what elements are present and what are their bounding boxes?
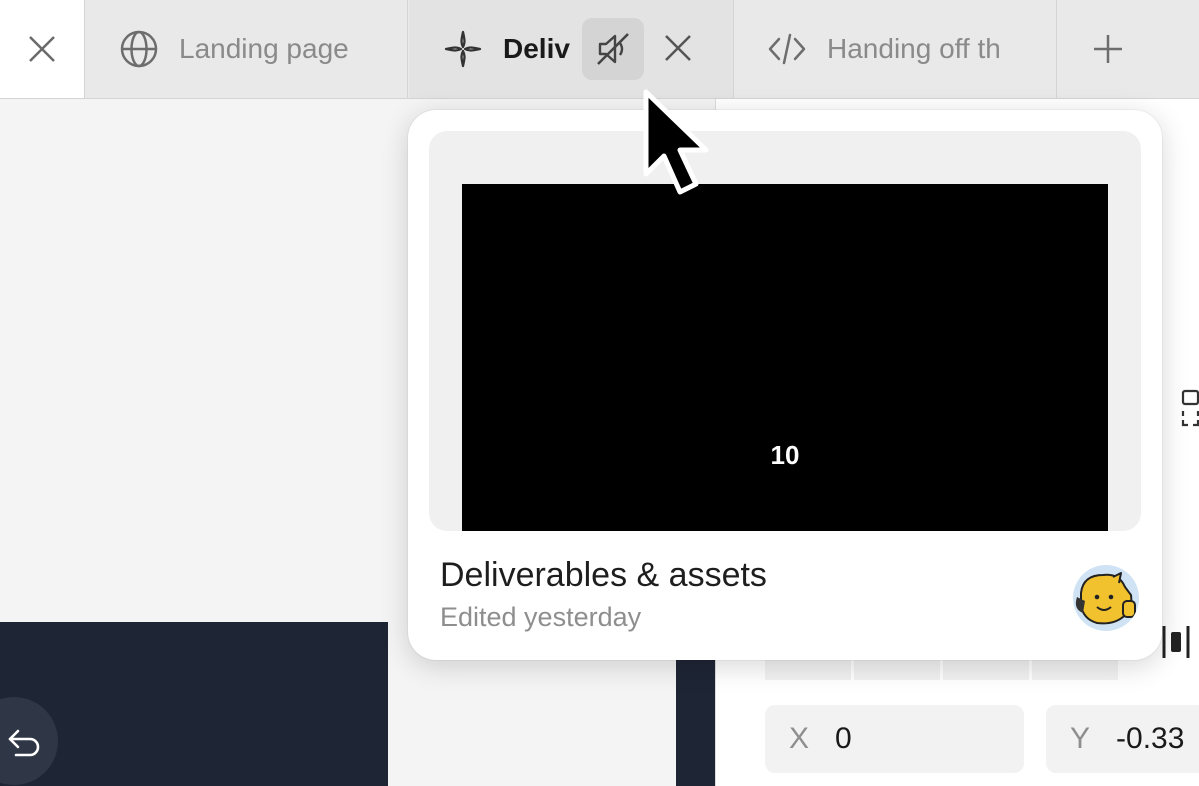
tab-label: Handing off th — [827, 33, 1001, 64]
code-icon — [768, 33, 806, 65]
close-icon — [29, 36, 55, 62]
avatar-illustration — [1075, 572, 1136, 625]
tab-handing-off[interactable]: Handing off th — [735, 0, 1057, 98]
y-value: -0.33 — [1116, 722, 1185, 755]
x-value: 0 — [835, 722, 852, 755]
tab-label: Landing page — [179, 33, 349, 64]
tab-hover-preview: 10 Deliverables & assets Edited yesterda… — [408, 110, 1162, 660]
globe-icon — [120, 30, 158, 68]
tab-label: Deliv — [503, 33, 570, 64]
close-icon — [665, 35, 691, 61]
canvas-frame[interactable] — [0, 622, 388, 786]
close-tab-button[interactable] — [652, 22, 704, 74]
y-label: Y — [1070, 722, 1091, 755]
mute-button[interactable] — [582, 18, 644, 80]
tab-landing-page[interactable]: Landing page — [85, 0, 408, 98]
tab-fade — [996, 0, 1056, 98]
undo-icon — [8, 729, 40, 757]
frame-select-icon[interactable] — [1181, 389, 1199, 427]
close-tab-button[interactable] — [0, 0, 85, 98]
preview-image: 10 — [462, 184, 1108, 531]
distribute-icon[interactable] — [1160, 624, 1192, 660]
avatar — [1073, 565, 1139, 631]
plus-icon — [1094, 35, 1122, 63]
x-label: X — [789, 722, 810, 755]
preview-number: 10 — [770, 440, 800, 470]
component-icon — [444, 30, 482, 68]
speaker-muted-icon — [597, 33, 629, 65]
mouse-cursor-icon — [643, 89, 709, 195]
tab-bar: Landing page Deliv Handing off th — [0, 0, 1199, 99]
preview-subtitle: Edited yesterday — [440, 602, 642, 632]
preview-thumbnail: 10 — [429, 131, 1141, 531]
preview-title: Deliverables & assets — [440, 556, 767, 594]
x-position-field[interactable]: X 0 — [765, 705, 1024, 773]
new-tab-button[interactable] — [1058, 0, 1158, 98]
y-position-field[interactable]: Y -0.33 — [1046, 705, 1199, 773]
